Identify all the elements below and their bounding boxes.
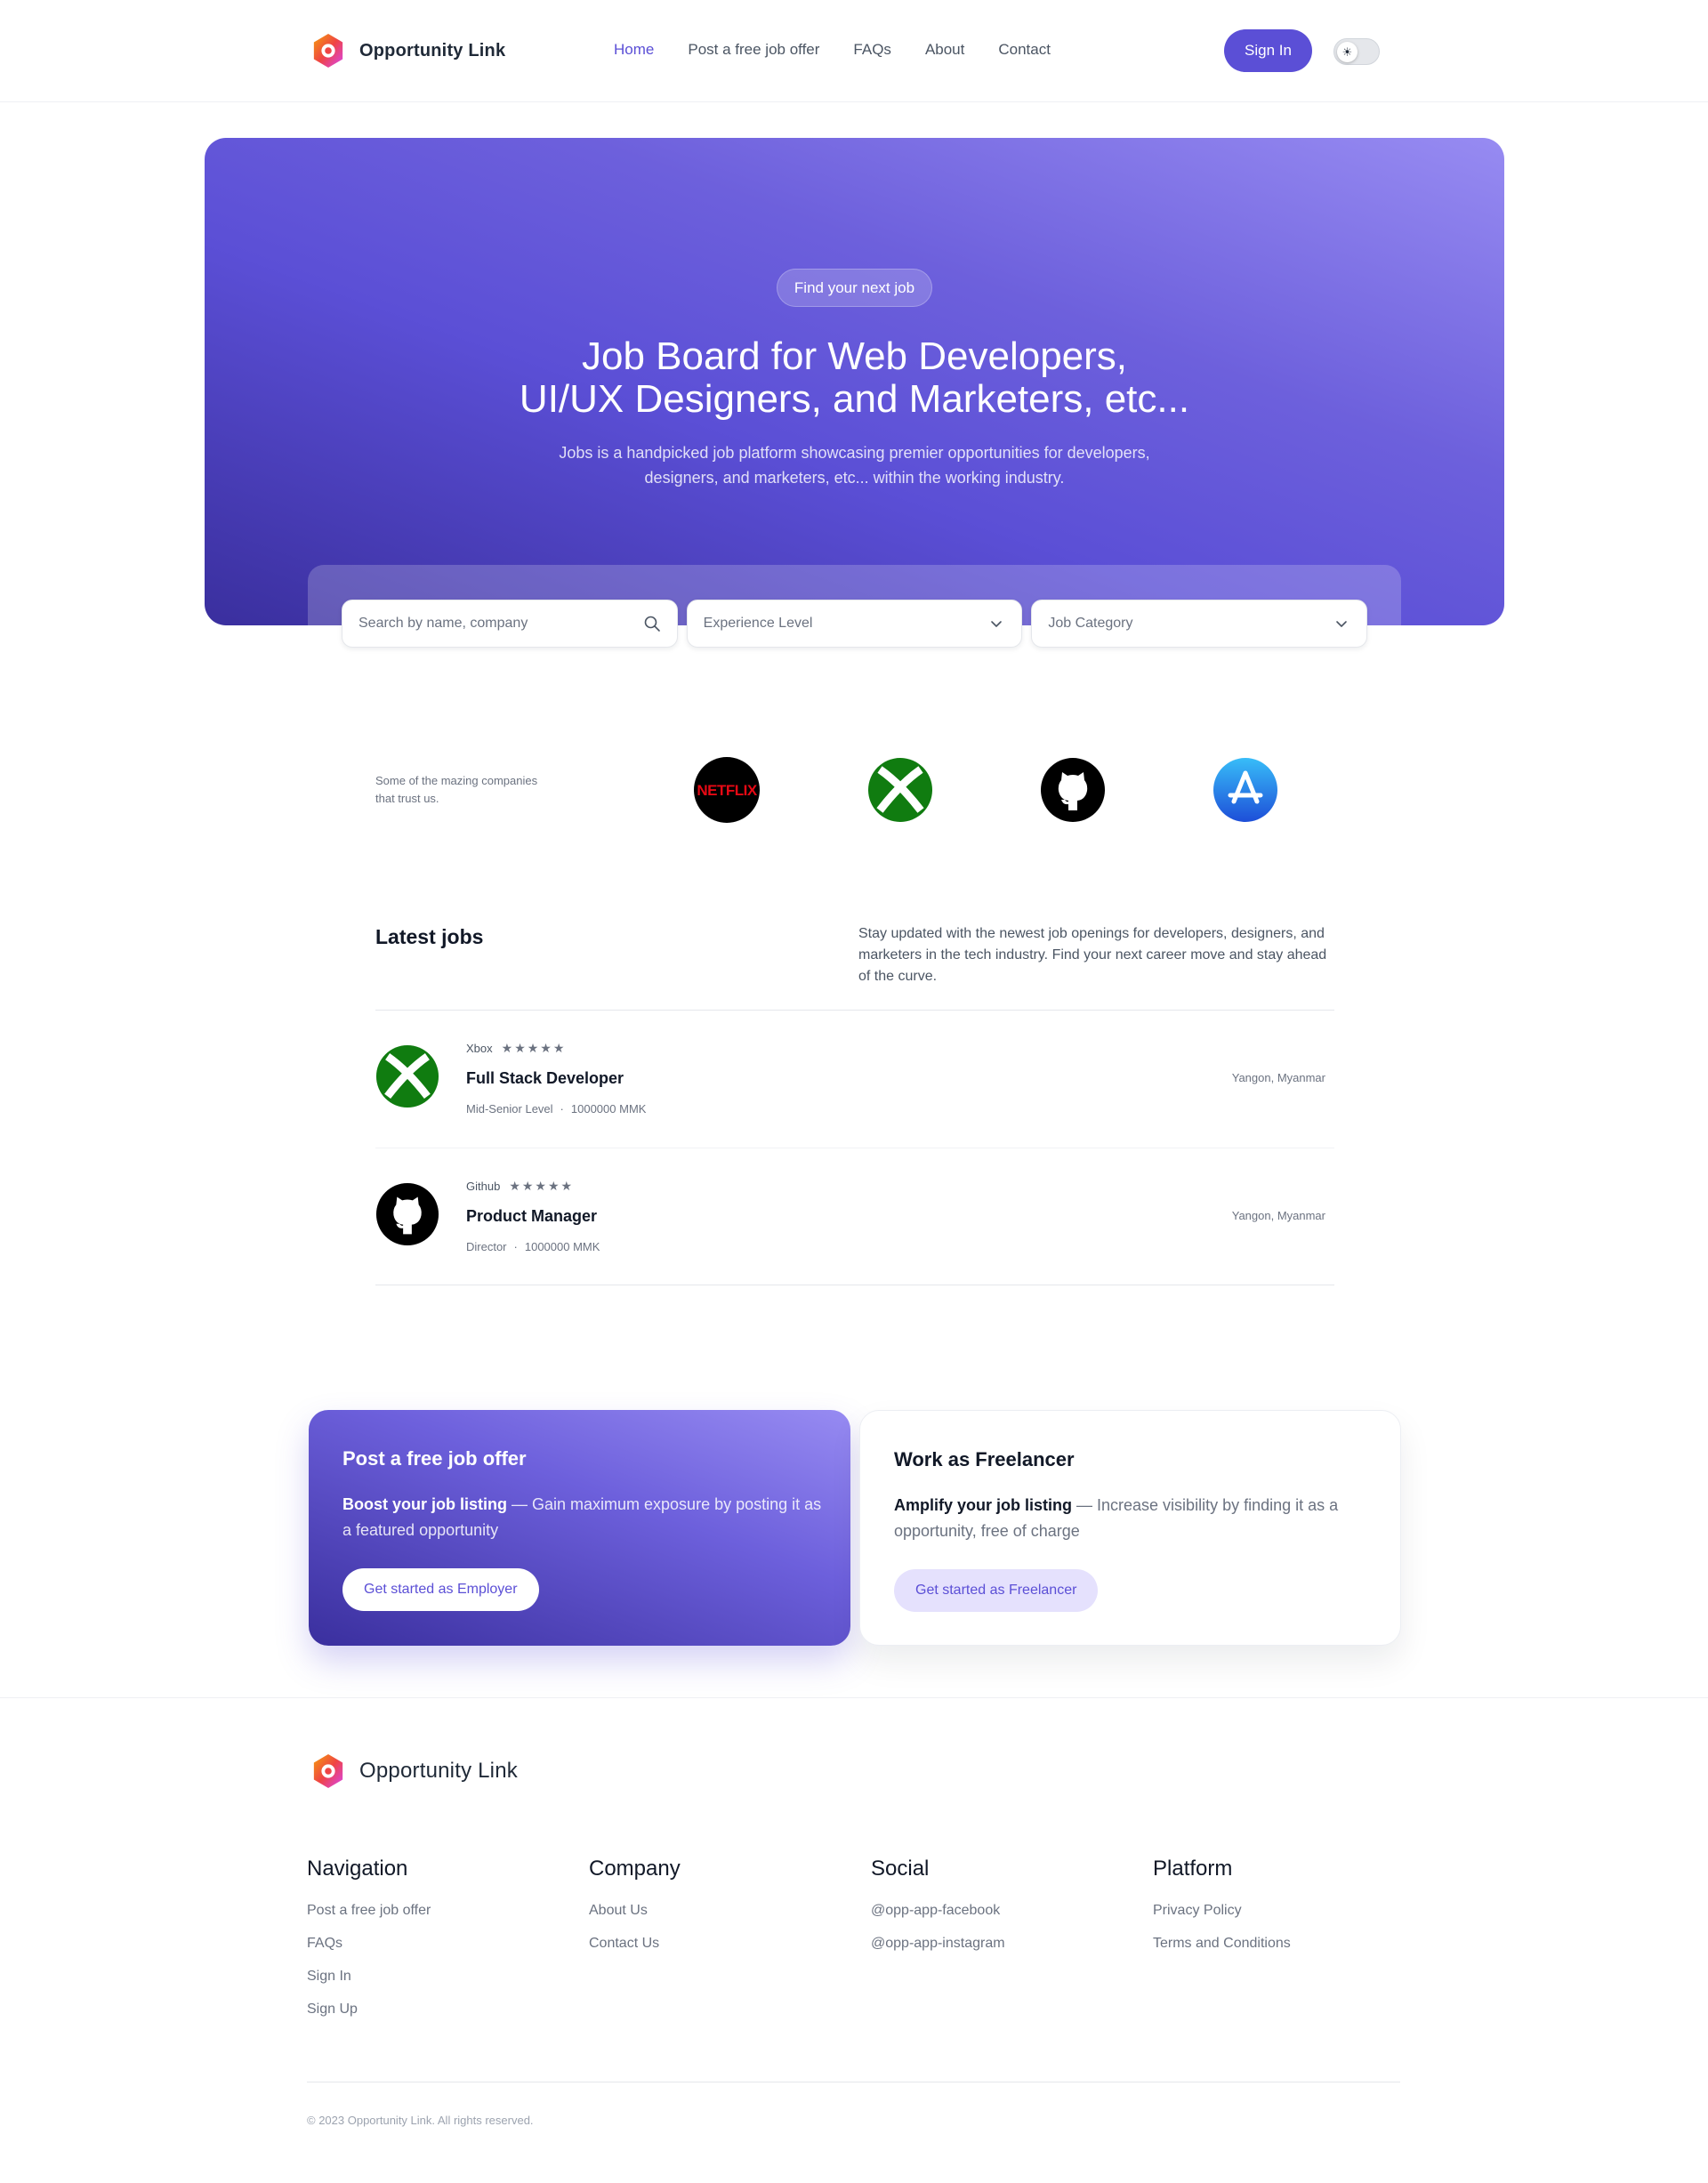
github-logo-icon — [1040, 757, 1106, 823]
job-meta: Mid-Senior Level · 1000000 MMK — [466, 1102, 646, 1116]
experience-level-select[interactable]: Experience Level — [686, 600, 1023, 648]
footer-column-company: Company About Us Contact Us — [589, 1857, 681, 1969]
employer-cta-card: Post a free job offer Boost your job lis… — [309, 1410, 850, 1646]
sun-icon: ☀ — [1337, 42, 1358, 62]
footer-link[interactable]: @opp-app-facebook — [871, 1903, 1005, 1919]
trust-text: Some of the mazing companies that trust … — [375, 774, 538, 805]
footer-link[interactable]: Sign In — [307, 1969, 431, 1985]
xbox-logo-icon — [867, 757, 933, 823]
sign-in-button[interactable]: Sign In — [1224, 29, 1312, 72]
job-card[interactable]: Github ★★★★★ Product Manager Director · 10… — [375, 1148, 1334, 1285]
brand-logo[interactable]: Opportunity Link — [311, 32, 505, 69]
footer-brand-name: Opportunity Link — [359, 1759, 518, 1783]
freelancer-cta-text: Amplify your job listing — Increase visi… — [894, 1493, 1374, 1544]
job-title[interactable]: Full Stack Developer — [466, 1069, 624, 1088]
hero-section: Find your next job Job Board for Web Dev… — [205, 138, 1504, 625]
job-meta: Director · 1000000 MMK — [466, 1240, 600, 1253]
nav-faqs[interactable]: FAQs — [853, 41, 891, 59]
latest-jobs-title: Latest jobs — [375, 925, 484, 948]
hero-title-line1: Job Board for Web Developers, — [581, 334, 1128, 378]
footer-brand-logo[interactable]: Opportunity Link — [311, 1752, 518, 1790]
footer-link[interactable]: FAQs — [307, 1936, 431, 1952]
brand-logo-icon — [313, 1754, 343, 1788]
hero-title: Job Board for Web Developers, UI/UX Desi… — [205, 335, 1504, 421]
nav-post-job[interactable]: Post a free job offer — [688, 41, 819, 59]
employer-cta-lead: Boost your job listing — [342, 1495, 507, 1513]
brand-logo-icon — [313, 34, 343, 68]
nav-contact[interactable]: Contact — [998, 41, 1051, 59]
job-level: Mid-Senior Level — [466, 1102, 553, 1116]
theme-toggle[interactable]: ☀ — [1333, 38, 1380, 65]
footer-column-social: Social @opp-app-facebook @opp-app-instag… — [871, 1857, 1005, 1969]
latest-jobs-description: Stay updated with the newest job opening… — [858, 926, 1327, 984]
separator-dot: · — [560, 1102, 564, 1116]
job-location: Yangon, Myanmar — [1231, 1071, 1325, 1084]
footer-link[interactable]: Contact Us — [589, 1936, 681, 1952]
footer-column-title: Navigation — [307, 1857, 408, 1881]
rating-stars-icon: ★★★★★ — [509, 1179, 575, 1193]
hero-subtitle: Jobs is a handpicked job platform showca… — [559, 444, 1150, 487]
job-salary: 1000000 MMK — [570, 1102, 647, 1116]
site-header: Opportunity Link Home Post a free job of… — [0, 0, 1708, 102]
separator-dot: · — [513, 1240, 518, 1253]
footer-column-title: Company — [589, 1857, 681, 1881]
job-salary: 1000000 MMK — [524, 1240, 600, 1253]
job-company: Xbox ★★★★★ — [466, 1041, 566, 1056]
github-logo-icon — [375, 1182, 439, 1246]
company-name: Xbox — [466, 1042, 493, 1055]
main-nav: Home Post a free job offer FAQs About Co… — [614, 41, 1084, 59]
job-category-select[interactable]: Job Category — [1031, 600, 1368, 648]
employer-cta-text: Boost your job listing — Gain maximum ex… — [342, 1492, 823, 1543]
job-card[interactable]: Xbox ★★★★★ Full Stack Developer Mid-Seni… — [375, 1011, 1334, 1148]
job-company: Github ★★★★★ — [466, 1179, 574, 1194]
footer-link[interactable]: @opp-app-instagram — [871, 1936, 1005, 1952]
job-category-label: Job Category — [1048, 616, 1133, 631]
get-started-freelancer-button[interactable]: Get started as Freelancer — [894, 1569, 1099, 1612]
footer-link[interactable]: Privacy Policy — [1153, 1903, 1291, 1919]
netflix-logo-icon: NETFLIX — [694, 757, 760, 823]
footer-column-navigation: Navigation Post a free job offer FAQs Si… — [307, 1857, 431, 2034]
hero-badge: Find your next job — [777, 269, 932, 307]
footer-link[interactable]: Sign Up — [307, 2002, 431, 2018]
experience-level-label: Experience Level — [703, 616, 813, 631]
freelancer-cta-card: Work as Freelancer Amplify your job list… — [859, 1410, 1401, 1646]
freelancer-cta-title: Work as Freelancer — [894, 1448, 1075, 1470]
hero-title-line2: UI/UX Designers, and Marketers, etc... — [519, 377, 1190, 421]
freelancer-cta-lead: Amplify your job listing — [894, 1496, 1073, 1514]
search-icon[interactable] — [643, 615, 661, 632]
footer-link[interactable]: About Us — [589, 1903, 681, 1919]
footer-link[interactable]: Terms and Conditions — [1153, 1936, 1291, 1952]
search-placeholder: Search by name, company — [359, 616, 528, 631]
employer-cta-title: Post a free job offer — [342, 1447, 527, 1470]
footer-column-platform: Platform Privacy Policy Terms and Condit… — [1153, 1857, 1291, 1969]
app-store-logo-icon — [1213, 757, 1278, 823]
footer-column-title: Platform — [1153, 1857, 1233, 1881]
svg-text:NETFLIX: NETFLIX — [697, 782, 757, 799]
footer-link[interactable]: Post a free job offer — [307, 1903, 431, 1919]
footer-column-title: Social — [871, 1857, 930, 1881]
get-started-employer-button[interactable]: Get started as Employer — [342, 1568, 539, 1611]
nav-home[interactable]: Home — [614, 41, 654, 59]
search-input[interactable]: Search by name, company — [342, 600, 678, 648]
rating-stars-icon: ★★★★★ — [501, 1041, 567, 1055]
job-level: Director — [466, 1240, 507, 1253]
chevron-down-icon — [1336, 621, 1347, 627]
job-title[interactable]: Product Manager — [466, 1207, 597, 1226]
brand-name: Opportunity Link — [359, 40, 506, 60]
chevron-down-icon — [991, 621, 1003, 627]
footer-divider — [0, 1697, 1708, 1698]
job-location: Yangon, Myanmar — [1231, 1209, 1325, 1222]
nav-about[interactable]: About — [925, 41, 964, 59]
search-bar: Search by name, company Experience Level… — [342, 600, 1368, 648]
xbox-logo-icon — [375, 1044, 439, 1108]
copyright: © 2023 Opportunity Link. All rights rese… — [307, 2114, 534, 2127]
company-name: Github — [466, 1180, 501, 1193]
